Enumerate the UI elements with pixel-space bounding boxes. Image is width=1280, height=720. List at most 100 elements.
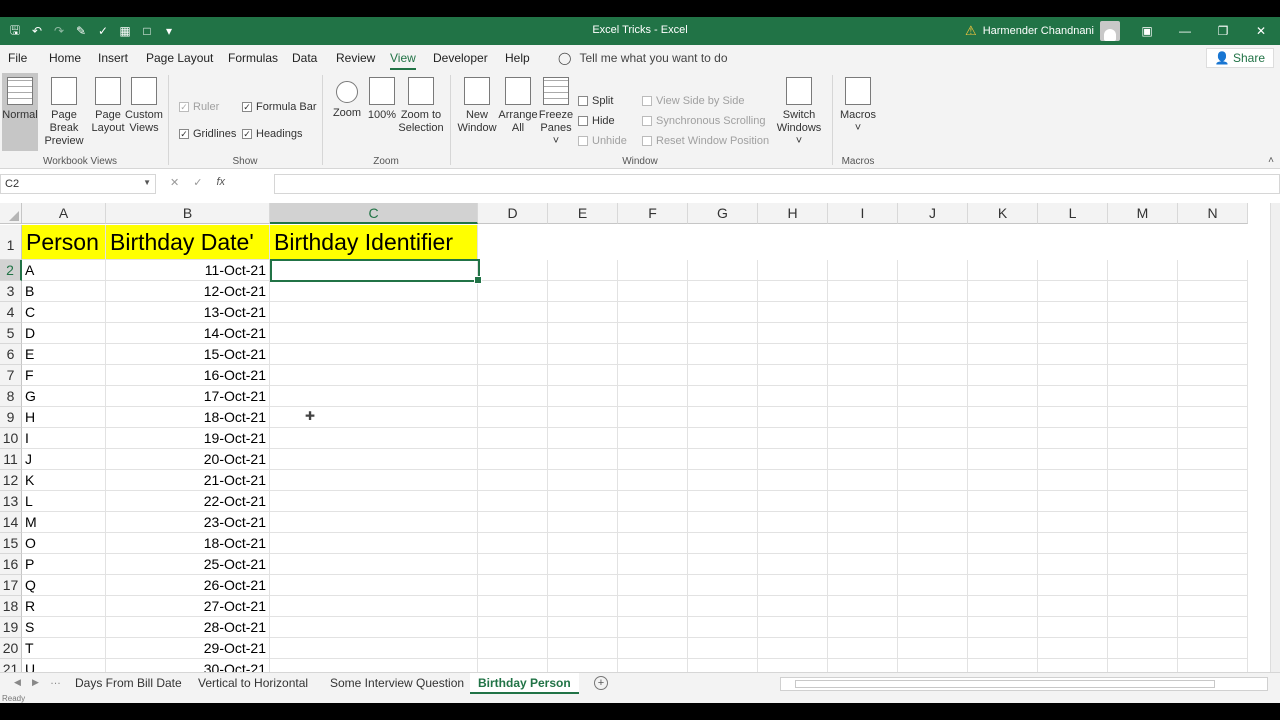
cell-n14[interactable] xyxy=(1178,512,1248,533)
cell-b14[interactable]: 23-Oct-21 xyxy=(106,512,270,533)
tab-home[interactable]: Home xyxy=(49,51,81,65)
cell-l8[interactable] xyxy=(1038,386,1108,407)
cell-h4[interactable] xyxy=(758,302,828,323)
cell-h13[interactable] xyxy=(758,491,828,512)
cell-m15[interactable] xyxy=(1108,533,1178,554)
cell-g3[interactable] xyxy=(688,281,758,302)
cell-n5[interactable] xyxy=(1178,323,1248,344)
cell-b16[interactable]: 25-Oct-21 xyxy=(106,554,270,575)
cell-d14[interactable] xyxy=(478,512,548,533)
horizontal-scrollbar[interactable] xyxy=(780,677,1268,691)
cell-g7[interactable] xyxy=(688,365,758,386)
cell-f6[interactable] xyxy=(618,344,688,365)
cell-l10[interactable] xyxy=(1038,428,1108,449)
custom-views-button[interactable]: Custom Views xyxy=(125,77,163,135)
cell-c16[interactable] xyxy=(270,554,478,575)
cell-h12[interactable] xyxy=(758,470,828,491)
cell-n2[interactable] xyxy=(1178,260,1248,281)
cell-i19[interactable] xyxy=(828,617,898,638)
row-header-20[interactable]: 20 xyxy=(0,638,22,659)
cell-n18[interactable] xyxy=(1178,596,1248,617)
cell-g2[interactable] xyxy=(688,260,758,281)
cell-l14[interactable] xyxy=(1038,512,1108,533)
cell-a19[interactable]: S xyxy=(22,617,106,638)
close-icon[interactable]: ✕ xyxy=(1242,17,1280,45)
headings-checkbox[interactable]: ✓ Headings xyxy=(242,128,302,140)
restore-icon[interactable]: ❐ xyxy=(1204,17,1242,45)
cell-i18[interactable] xyxy=(828,596,898,617)
macros-button[interactable]: Macros ˅ xyxy=(838,77,878,135)
cell-g9[interactable] xyxy=(688,407,758,428)
cell-m10[interactable] xyxy=(1108,428,1178,449)
cell-d17[interactable] xyxy=(478,575,548,596)
sheet-tab-days-from-bill-date[interactable]: Days From Bill Date xyxy=(75,676,182,690)
cell-c21[interactable] xyxy=(270,659,478,673)
cell-l20[interactable] xyxy=(1038,638,1108,659)
cell-k4[interactable] xyxy=(968,302,1038,323)
cell-h9[interactable] xyxy=(758,407,828,428)
sheet-tab-vertical-to-horizontal[interactable]: Vertical to Horizontal xyxy=(198,676,308,690)
cell-g10[interactable] xyxy=(688,428,758,449)
cell-d5[interactable] xyxy=(478,323,548,344)
cell-c12[interactable] xyxy=(270,470,478,491)
cell-e14[interactable] xyxy=(548,512,618,533)
cell-h7[interactable] xyxy=(758,365,828,386)
cell-l3[interactable] xyxy=(1038,281,1108,302)
cell-b13[interactable]: 22-Oct-21 xyxy=(106,491,270,512)
cell-c15[interactable] xyxy=(270,533,478,554)
cell-b1[interactable]: Birthday Date' xyxy=(106,225,270,260)
row-header-19[interactable]: 19 xyxy=(0,617,22,638)
cell-k11[interactable] xyxy=(968,449,1038,470)
cell-c3[interactable] xyxy=(270,281,478,302)
cell-k15[interactable] xyxy=(968,533,1038,554)
cell-k13[interactable] xyxy=(968,491,1038,512)
zoom-to-selection-button[interactable]: Zoom to Selection xyxy=(398,77,444,135)
row-header-15[interactable]: 15 xyxy=(0,533,22,554)
cell-a7[interactable]: F xyxy=(22,365,106,386)
cell-l5[interactable] xyxy=(1038,323,1108,344)
cell-g13[interactable] xyxy=(688,491,758,512)
cell-a18[interactable]: R xyxy=(22,596,106,617)
cell-n7[interactable] xyxy=(1178,365,1248,386)
cell-a8[interactable]: G xyxy=(22,386,106,407)
cell-f3[interactable] xyxy=(618,281,688,302)
cell-k20[interactable] xyxy=(968,638,1038,659)
row-header-18[interactable]: 18 xyxy=(0,596,22,617)
share-button[interactable]: 👤 Share xyxy=(1205,48,1274,68)
cell-c8[interactable] xyxy=(270,386,478,407)
cell-i4[interactable] xyxy=(828,302,898,323)
arrange-all-button[interactable]: Arrange All xyxy=(498,77,538,135)
cell-g21[interactable] xyxy=(688,659,758,673)
cell-m16[interactable] xyxy=(1108,554,1178,575)
cell-e18[interactable] xyxy=(548,596,618,617)
cell-g8[interactable] xyxy=(688,386,758,407)
name-box[interactable]: C2 ▼ xyxy=(0,174,156,194)
cell-i8[interactable] xyxy=(828,386,898,407)
column-header-g[interactable]: G xyxy=(688,203,758,224)
cell-d3[interactable] xyxy=(478,281,548,302)
cell-l15[interactable] xyxy=(1038,533,1108,554)
cell-e7[interactable] xyxy=(548,365,618,386)
cell-b4[interactable]: 13-Oct-21 xyxy=(106,302,270,323)
cell-e9[interactable] xyxy=(548,407,618,428)
cell-n4[interactable] xyxy=(1178,302,1248,323)
cell-c11[interactable] xyxy=(270,449,478,470)
cell-j13[interactable] xyxy=(898,491,968,512)
cell-c1[interactable]: Birthday Identifier xyxy=(270,225,478,260)
cancel-icon[interactable]: ✕ xyxy=(170,176,179,189)
cell-i15[interactable] xyxy=(828,533,898,554)
cell-b9[interactable]: 18-Oct-21 xyxy=(106,407,270,428)
row-header-2[interactable]: 2 xyxy=(0,260,22,281)
cell-e21[interactable] xyxy=(548,659,618,673)
cell-d7[interactable] xyxy=(478,365,548,386)
cell-a6[interactable]: E xyxy=(22,344,106,365)
cell-i9[interactable] xyxy=(828,407,898,428)
insert-function-icon[interactable]: fx xyxy=(216,176,225,189)
cell-n9[interactable] xyxy=(1178,407,1248,428)
cell-k3[interactable] xyxy=(968,281,1038,302)
cell-c6[interactable] xyxy=(270,344,478,365)
cell-e12[interactable] xyxy=(548,470,618,491)
cell-f5[interactable] xyxy=(618,323,688,344)
cell-d9[interactable] xyxy=(478,407,548,428)
cell-a11[interactable]: J xyxy=(22,449,106,470)
